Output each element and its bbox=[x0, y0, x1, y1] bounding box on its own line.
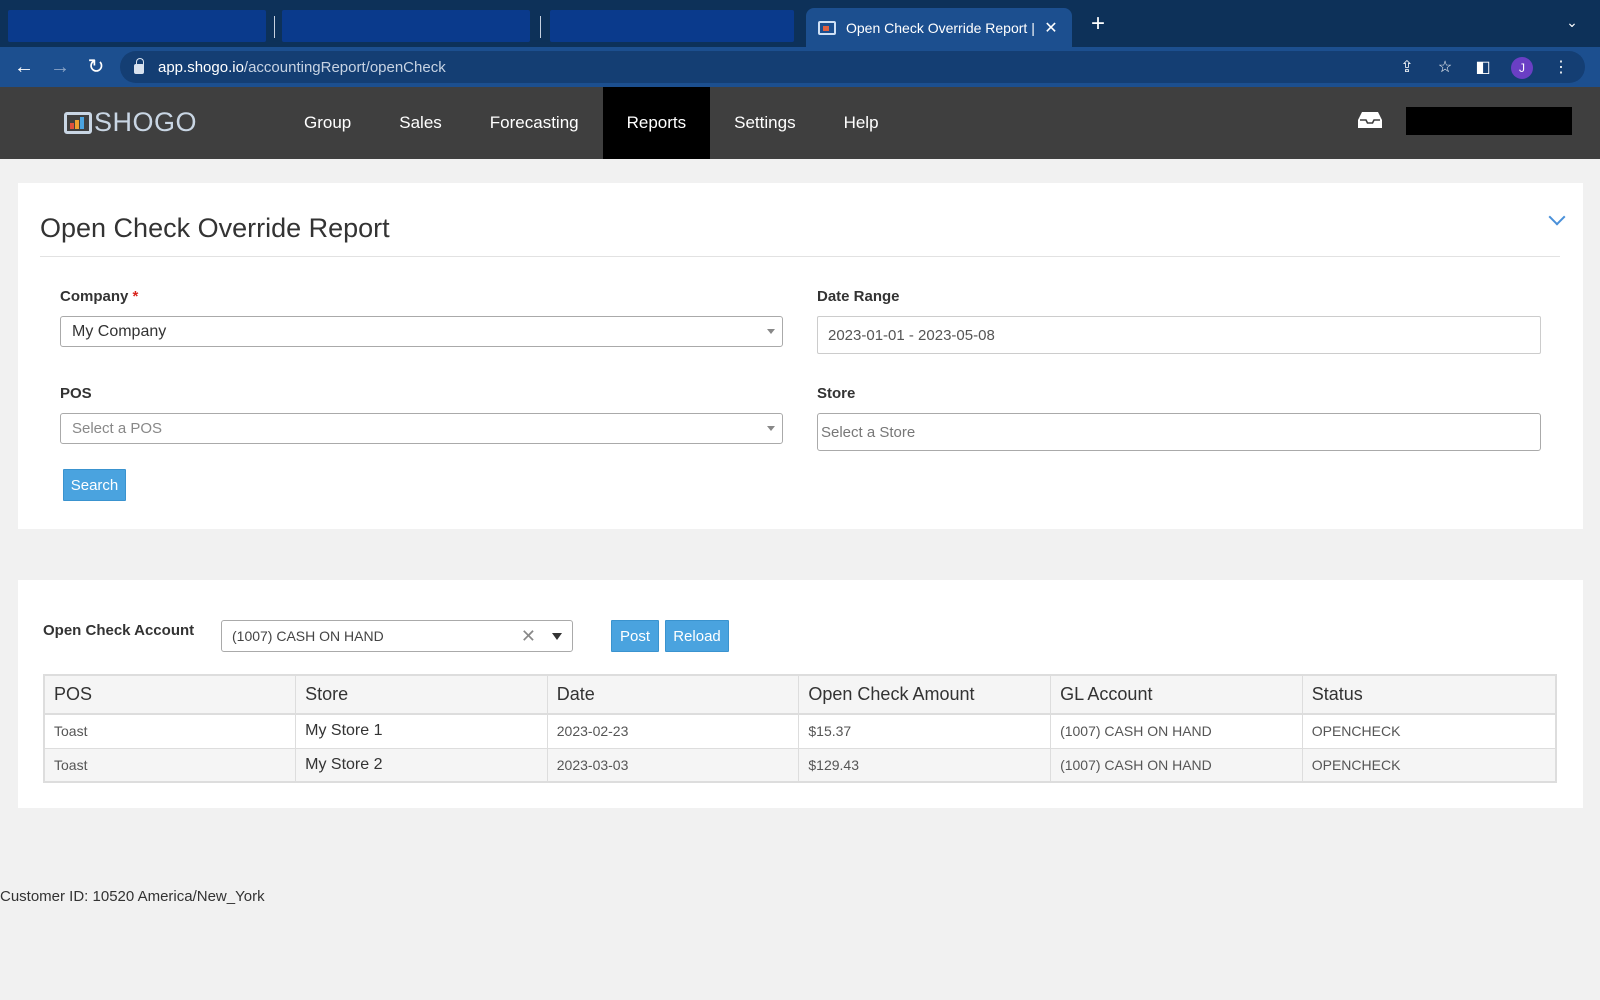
main-nav: Group Sales Forecasting Reports Settings… bbox=[280, 87, 903, 159]
close-tab-icon[interactable]: ✕ bbox=[1042, 18, 1060, 38]
user-menu-redacted[interactable] bbox=[1406, 107, 1572, 135]
inbox-icon[interactable] bbox=[1358, 111, 1382, 129]
browser-tab-active[interactable]: Open Check Override Report | ✕ bbox=[806, 8, 1072, 47]
date-range-label: Date Range bbox=[817, 288, 900, 305]
tab-separator bbox=[540, 16, 541, 38]
column-header-pos[interactable]: POS bbox=[43, 674, 297, 715]
tab-search-chevron-icon[interactable]: ⌄ bbox=[1564, 14, 1580, 30]
profile-avatar[interactable]: J bbox=[1511, 57, 1533, 79]
nav-reports[interactable]: Reports bbox=[602, 87, 711, 159]
clear-selection-icon[interactable]: ✕ bbox=[521, 626, 536, 647]
browser-tab[interactable] bbox=[282, 10, 530, 42]
nav-help[interactable]: Help bbox=[820, 87, 903, 159]
cell-pos: Toast bbox=[43, 747, 297, 783]
app-header: SHOGO Group Sales Forecasting Reports Se… bbox=[0, 87, 1600, 159]
dropdown-caret-icon bbox=[767, 426, 775, 431]
cell-gl-account: (1007) CASH ON HAND bbox=[1050, 747, 1303, 783]
back-arrow-icon[interactable]: ← bbox=[13, 56, 35, 78]
date-range-input[interactable]: 2023-01-01 - 2023-05-08 bbox=[817, 316, 1541, 354]
open-check-table: POS Store Date Open Check Amount GL Acco… bbox=[43, 674, 1557, 783]
tab-title: Open Check Override Report | bbox=[846, 19, 1035, 36]
collapse-chevron-icon[interactable] bbox=[1548, 208, 1566, 226]
side-panel-icon[interactable]: ◧ bbox=[1473, 58, 1493, 78]
report-filter-panel: Open Check Override Report Company * My … bbox=[18, 183, 1583, 529]
company-select[interactable]: My Company bbox=[60, 316, 783, 347]
nav-group[interactable]: Group bbox=[280, 87, 375, 159]
column-header-open-check-amount[interactable]: Open Check Amount bbox=[798, 674, 1052, 715]
reload-button[interactable]: Reload bbox=[665, 620, 729, 652]
cell-date: 2023-03-03 bbox=[546, 747, 800, 783]
table-row[interactable]: Toast My Store 2 2023-03-03 $129.43 (100… bbox=[43, 747, 1557, 783]
company-label: Company * bbox=[60, 288, 139, 305]
shogo-favicon-icon bbox=[818, 20, 836, 35]
column-header-store[interactable]: Store bbox=[295, 674, 548, 715]
cell-gl-account: (1007) CASH ON HAND bbox=[1050, 713, 1303, 749]
lock-icon bbox=[134, 58, 144, 74]
omnibox-actions: ⇪ ☆ ◧ J ⋮ bbox=[1397, 57, 1571, 79]
dropdown-caret-icon bbox=[767, 329, 775, 334]
cell-status: OPENCHECK bbox=[1301, 747, 1557, 783]
store-label: Store bbox=[817, 385, 856, 402]
column-header-date[interactable]: Date bbox=[546, 674, 800, 715]
reload-icon[interactable]: ↻ bbox=[85, 56, 107, 78]
post-button[interactable]: Post bbox=[611, 620, 659, 652]
pos-label: POS bbox=[60, 385, 92, 402]
url-text: app.shogo.io/accountingReport/openCheck bbox=[158, 58, 446, 76]
results-panel: Open Check Account (1007) CASH ON HAND ✕… bbox=[18, 580, 1583, 808]
table-header-row: POS Store Date Open Check Amount GL Acco… bbox=[43, 674, 1557, 715]
company-select-value: My Company bbox=[72, 322, 167, 340]
page-title: Open Check Override Report bbox=[40, 213, 390, 243]
browser-tab-strip: Open Check Override Report | ✕ + ⌄ bbox=[0, 0, 1600, 47]
cell-date: 2023-02-23 bbox=[546, 713, 800, 749]
table-row[interactable]: Toast My Store 1 2023-02-23 $15.37 (1007… bbox=[43, 713, 1557, 749]
tab-separator bbox=[274, 16, 275, 38]
nav-sales[interactable]: Sales bbox=[375, 87, 466, 159]
new-tab-icon[interactable]: + bbox=[1086, 12, 1110, 36]
title-divider bbox=[40, 256, 1560, 257]
dropdown-caret-icon[interactable] bbox=[552, 633, 562, 640]
cell-open-check-amount: $15.37 bbox=[798, 713, 1052, 749]
pos-select-placeholder: Select a POS bbox=[72, 420, 163, 437]
kebab-menu-icon[interactable]: ⋮ bbox=[1551, 58, 1571, 78]
column-header-gl-account[interactable]: GL Account bbox=[1050, 674, 1303, 715]
cell-open-check-amount: $129.43 bbox=[798, 747, 1052, 783]
date-range-value: 2023-01-01 - 2023-05-08 bbox=[828, 326, 995, 344]
cell-store: My Store 2 bbox=[295, 747, 548, 783]
forward-arrow-icon[interactable]: → bbox=[49, 56, 71, 78]
cell-status: OPENCHECK bbox=[1301, 713, 1557, 749]
store-select[interactable]: Select a Store bbox=[817, 413, 1541, 451]
pos-select[interactable]: Select a POS bbox=[60, 413, 783, 444]
column-header-status[interactable]: Status bbox=[1301, 674, 1557, 715]
address-bar[interactable]: app.shogo.io/accountingReport/openCheck … bbox=[120, 51, 1585, 83]
logo-chart-icon bbox=[64, 111, 92, 134]
nav-forecasting[interactable]: Forecasting bbox=[466, 87, 603, 159]
open-check-account-value: (1007) CASH ON HAND bbox=[232, 628, 384, 644]
browser-toolbar: ← → ↻ app.shogo.io/accountingReport/open… bbox=[0, 47, 1600, 87]
shogo-logo[interactable]: SHOGO bbox=[64, 107, 197, 138]
store-select-placeholder: Select a Store bbox=[821, 423, 916, 441]
nav-settings[interactable]: Settings bbox=[710, 87, 819, 159]
open-check-account-select[interactable]: (1007) CASH ON HAND ✕ bbox=[221, 620, 573, 652]
browser-tab[interactable] bbox=[550, 10, 794, 42]
cell-store: My Store 1 bbox=[295, 713, 548, 749]
bookmark-star-icon[interactable]: ☆ bbox=[1435, 58, 1455, 78]
required-mark: * bbox=[132, 288, 139, 305]
customer-id-footer: Customer ID: 10520 America/New_York bbox=[0, 888, 265, 905]
share-icon[interactable]: ⇪ bbox=[1397, 58, 1417, 78]
search-button[interactable]: Search bbox=[63, 469, 126, 501]
logo-text: SHOGO bbox=[94, 107, 198, 137]
browser-tab[interactable] bbox=[8, 10, 266, 42]
open-check-account-label: Open Check Account bbox=[43, 622, 195, 639]
cell-pos: Toast bbox=[43, 713, 297, 749]
